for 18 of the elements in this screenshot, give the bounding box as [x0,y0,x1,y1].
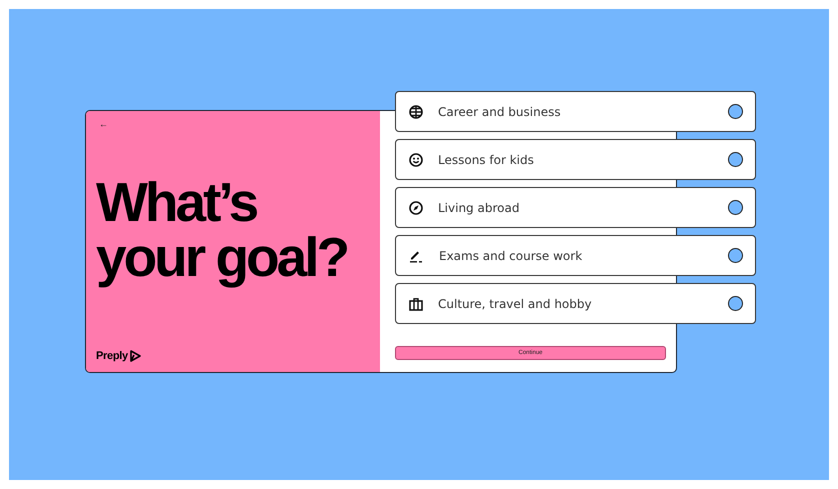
radio-button[interactable] [728,152,743,167]
option-item[interactable]: Culture, travel and hobby [395,283,756,324]
option-item[interactable]: Lessons for kids [395,139,756,180]
option-item[interactable]: Career and business [395,91,756,132]
globe-icon [409,104,423,118]
compass-icon [409,200,423,214]
radio-button[interactable] [728,200,743,215]
pencil-icon [409,248,424,262]
back-button[interactable]: ← [99,119,108,129]
smiley-icon [409,152,423,166]
radio-button[interactable] [728,296,743,311]
logo-text: Preply [96,350,128,362]
radio-button[interactable] [728,248,743,263]
option-item[interactable]: Exams and course work [395,235,756,276]
option-item[interactable]: Living abroad [395,187,756,228]
radio-button[interactable] [728,104,743,119]
logo-icon [130,350,141,362]
suitcase-icon [409,296,423,310]
